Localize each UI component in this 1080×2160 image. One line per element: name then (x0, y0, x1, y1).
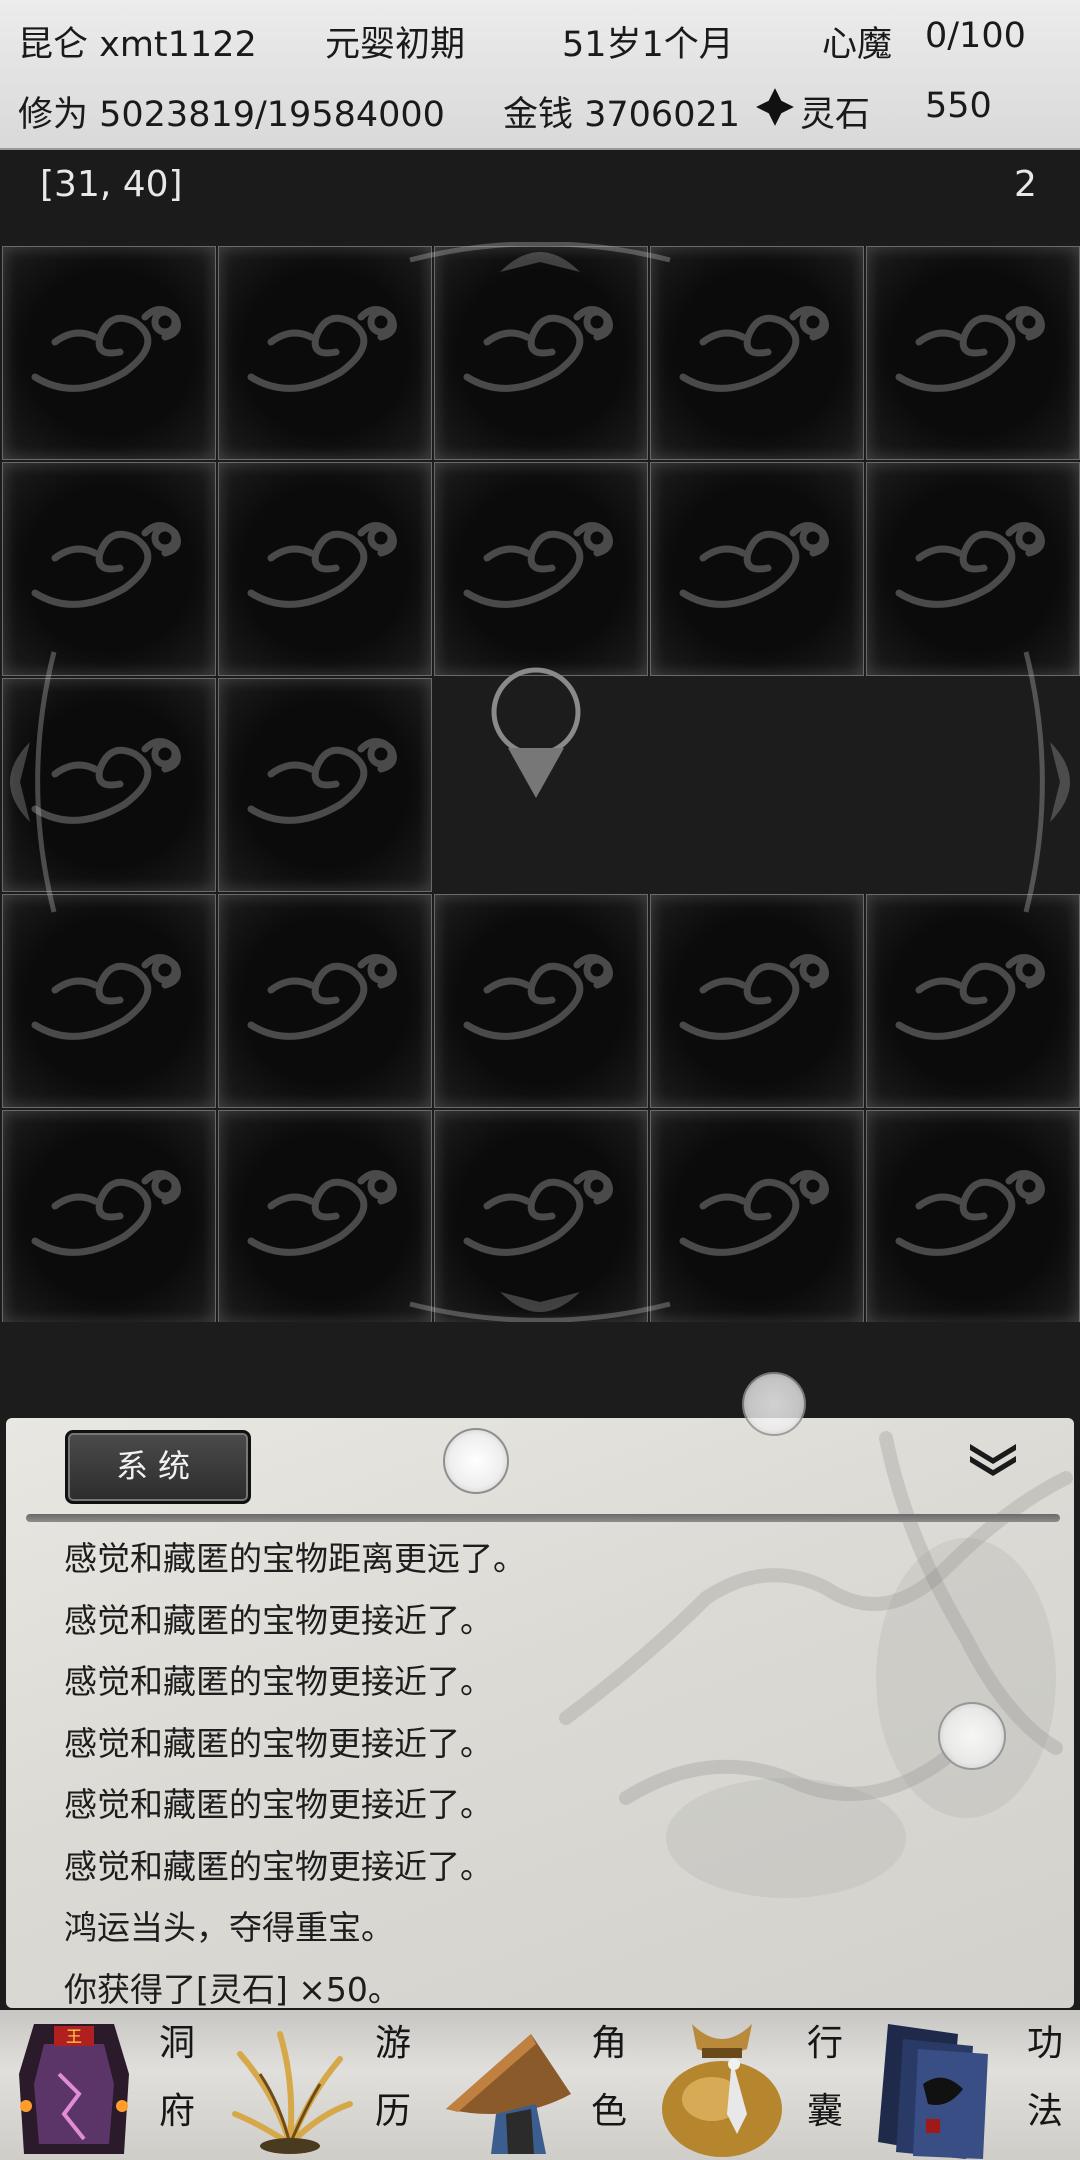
cloud-swirl-icon (463, 954, 613, 1040)
cloud-swirl-icon (31, 1170, 181, 1256)
fog-tile[interactable] (434, 1110, 648, 1324)
fog-tile[interactable] (866, 894, 1080, 1108)
nav-label: 色 (590, 2091, 627, 2132)
cloud-swirl-icon (895, 522, 1045, 608)
nav-cave[interactable]: 王 洞 府 (0, 2010, 216, 2160)
fog-tile[interactable] (2, 678, 216, 892)
message-log-panel: 系统 感觉和藏匿的宝物距离更远了。 感觉和藏匿的宝物更接近了。 感觉和藏匿的宝物… (6, 1418, 1074, 2008)
message-line: 感觉和藏匿的宝物更接近了。 (64, 1846, 493, 1886)
panel-divider (26, 1514, 1060, 1522)
cloud-swirl-icon (895, 1170, 1045, 1256)
fog-tile[interactable] (650, 246, 864, 460)
cloud-swirl-icon (679, 954, 829, 1040)
cultivation-value: 修为 5023819/19584000 (18, 95, 445, 135)
cloud-swirl-icon (31, 954, 181, 1040)
floating-bubble (443, 1428, 509, 1494)
map-header: [31, 40] 2 (0, 150, 1080, 242)
cloud-swirl-icon (679, 1170, 829, 1256)
floating-bubble (742, 1372, 806, 1436)
cloud-swirl-icon (463, 306, 613, 392)
nav-bag[interactable]: 行 囊 (648, 2010, 864, 2160)
fog-tile[interactable] (2, 462, 216, 676)
nav-label: 洞 (158, 2023, 195, 2064)
message-line: 鸿运当头，夺得重宝。 (64, 1908, 394, 1947)
straw-hat-icon (446, 2034, 571, 2154)
map-coordinates: [31, 40] (40, 164, 183, 205)
message-line: 感觉和藏匿的宝物更接近了。 (64, 1785, 493, 1824)
books-icon (878, 2024, 988, 2159)
spirit-stone-label: 灵石 (800, 95, 871, 135)
cloud-swirl-icon (463, 522, 613, 608)
money-value: 金钱 3706021 (503, 95, 741, 135)
nav-character[interactable]: 角 色 (432, 2010, 648, 2160)
fog-tile[interactable] (650, 462, 864, 676)
fog-tile[interactable] (434, 894, 648, 1108)
collapse-chevron-icon[interactable] (966, 1438, 1020, 1480)
nav-label: 府 (158, 2091, 195, 2132)
heart-demon-value: 0/100 (925, 16, 1026, 56)
message-line: 感觉和藏匿的宝物更接近了。 (64, 1723, 493, 1763)
realm-label: 元婴初期 (325, 25, 466, 65)
spirit-stone-value: 550 (925, 86, 992, 126)
fog-tile[interactable] (866, 246, 1080, 460)
tab-system[interactable]: 系统 (65, 1430, 251, 1504)
map-footer-space (0, 1322, 1080, 1418)
message-line: 你获得了[灵石] ×50。 (64, 1969, 401, 2009)
bag-icon (662, 2024, 782, 2157)
fog-tile[interactable] (218, 678, 432, 892)
cloud-swirl-icon (247, 306, 397, 392)
fog-tile[interactable] (2, 246, 216, 460)
fog-tile[interactable] (650, 894, 864, 1108)
message-list: 感觉和藏匿的宝物距离更远了。 感觉和藏匿的宝物更接近了。 感觉和藏匿的宝物更接近… (64, 1528, 1044, 2008)
svg-text:王: 王 (66, 2027, 82, 2046)
cloud-swirl-icon (247, 522, 397, 608)
cloud-swirl-icon (247, 738, 397, 824)
grass-travel-icon (232, 2031, 353, 2154)
player-name: 昆仑 xmt1122 (18, 25, 257, 65)
age-label: 51岁1个月 (562, 25, 734, 65)
fog-tile[interactable] (434, 462, 648, 676)
fog-tile[interactable] (434, 246, 648, 460)
map-grid (0, 242, 1080, 1324)
fog-tile[interactable] (218, 462, 432, 676)
message-line: 感觉和藏匿的宝物更接近了。 (64, 1600, 493, 1640)
cloud-swirl-icon (31, 306, 181, 392)
spirit-stone-icon (756, 88, 794, 126)
fog-tile[interactable] (2, 894, 216, 1108)
bottom-nav: 王 洞 府 游 历 角 色 行 囊 功 法 (0, 2010, 1080, 2160)
cloud-swirl-icon (247, 954, 397, 1040)
cloud-swirl-icon (895, 306, 1045, 392)
fog-tile[interactable] (866, 1110, 1080, 1324)
nav-travel[interactable]: 游 历 (216, 2010, 432, 2160)
cloud-swirl-icon (31, 738, 181, 824)
nav-label: 囊 (806, 2091, 843, 2132)
map-floor-number: 2 (1014, 164, 1037, 205)
cave-building-icon: 王 (19, 2024, 129, 2154)
fog-tile[interactable] (218, 894, 432, 1108)
nav-label: 游 (374, 2023, 411, 2064)
fog-tile[interactable] (866, 462, 1080, 676)
cloud-swirl-icon (463, 1170, 613, 1256)
status-panel: 昆仑 xmt1122 元婴初期 51岁1个月 心魔 0/100 修为 50238… (0, 0, 1080, 150)
nav-label: 行 (806, 2023, 843, 2064)
nav-label: 角 (590, 2023, 627, 2064)
cloud-swirl-icon (679, 522, 829, 608)
cloud-swirl-icon (679, 306, 829, 392)
nav-skills[interactable]: 功 法 (864, 2010, 1080, 2160)
fog-tile[interactable] (218, 1110, 432, 1324)
nav-label: 历 (374, 2091, 411, 2132)
fog-tile[interactable] (650, 1110, 864, 1324)
nav-label: 法 (1026, 2091, 1063, 2132)
heart-demon-label: 心魔 (822, 25, 893, 65)
fog-tile[interactable] (2, 1110, 216, 1324)
message-line: 感觉和藏匿的宝物距离更远了。 (64, 1539, 526, 1578)
message-line: 感觉和藏匿的宝物更接近了。 (64, 1662, 493, 1701)
nav-label: 功 (1026, 2023, 1063, 2064)
cloud-swirl-icon (895, 954, 1045, 1040)
cloud-swirl-icon (31, 522, 181, 608)
floating-bubble (938, 1702, 1006, 1770)
cloud-swirl-icon (247, 1170, 397, 1256)
fog-tile[interactable] (218, 246, 432, 460)
